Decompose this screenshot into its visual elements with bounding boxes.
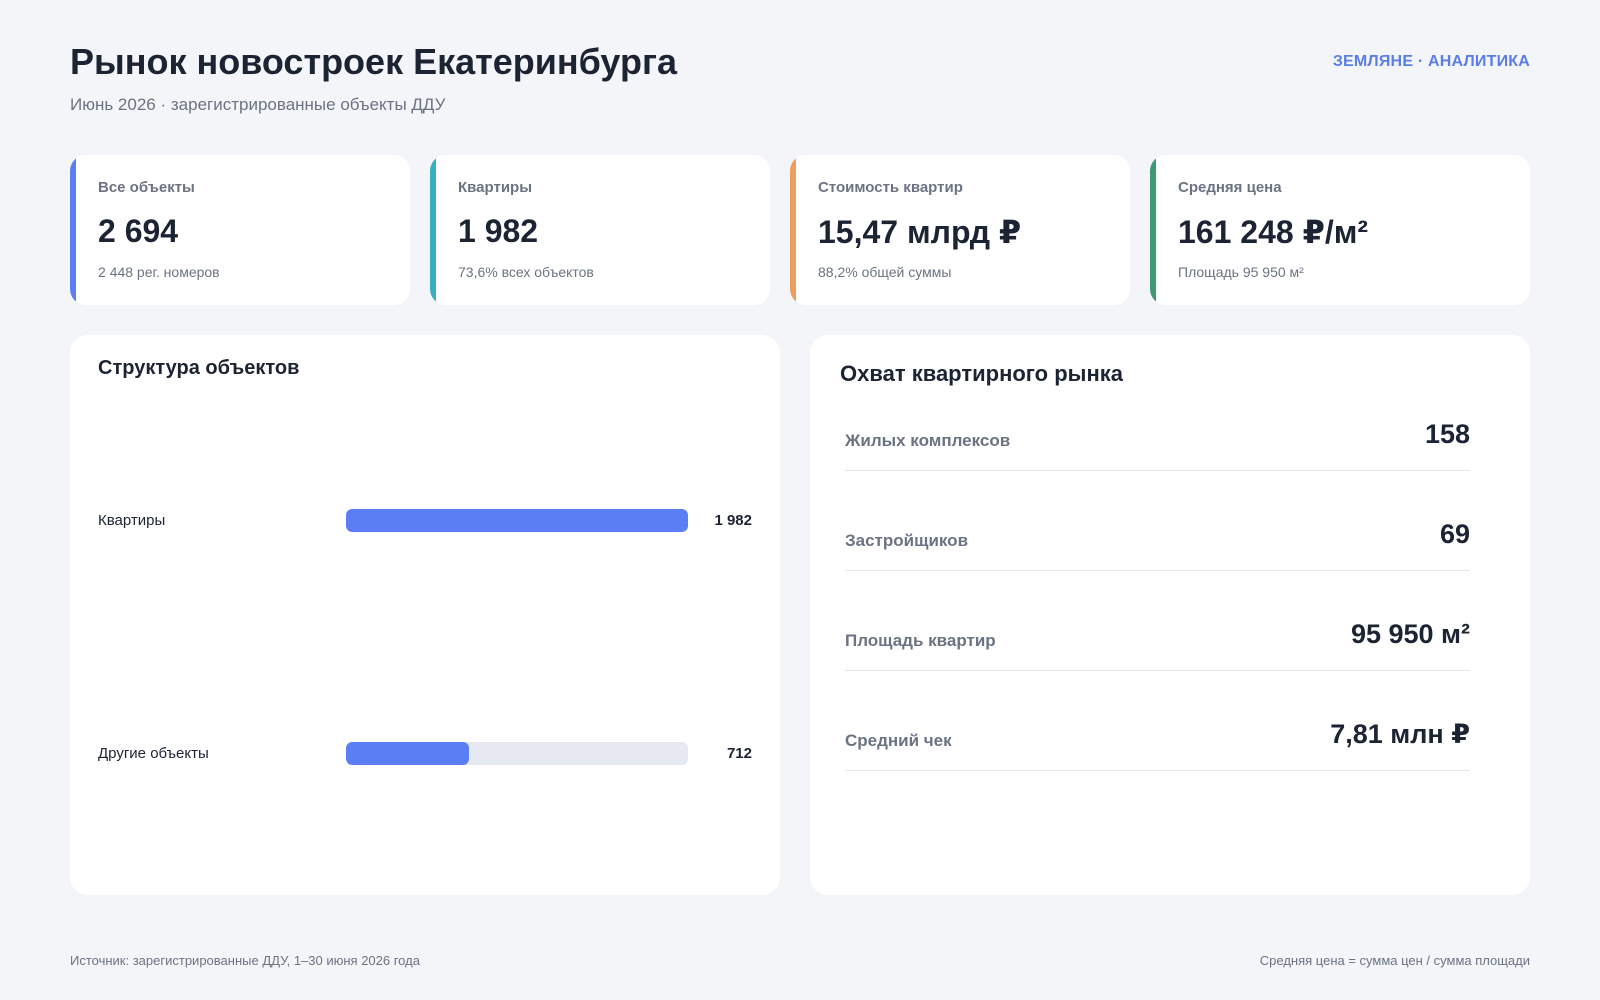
kpi-accent-bar	[70, 155, 76, 305]
kpi-card-apartments-cost: Стоимость квартир 15,47 млрд ₽ 88,2% общ…	[790, 155, 1130, 305]
page-subtitle: Июнь 2026 · зарегистрированные объекты Д…	[70, 95, 446, 114]
kpi-accent-bar	[430, 155, 436, 305]
kpi-label: Средняя цена	[1178, 179, 1282, 196]
structure-panel-title: Структура объектов	[98, 357, 300, 379]
stat-value: 7,81 млн ₽	[1330, 719, 1470, 749]
stat-label: Площадь квартир	[845, 631, 996, 650]
kpi-card-average-price: Средняя цена 161 248 ₽/м² Площадь 95 950…	[1150, 155, 1530, 305]
bar-track	[346, 742, 688, 765]
page-header: Рынок новостроек Екатеринбурга Июнь 2026…	[70, 40, 1530, 120]
bar-row-other-objects: Другие объекты 712	[98, 742, 752, 766]
kpi-value: 15,47 млрд ₽	[818, 214, 1022, 250]
footer-source: Источник: зарегистрированные ДДУ, 1–30 и…	[70, 953, 420, 968]
stat-value: 69	[1439, 519, 1470, 549]
stat-row-apartments-area: Площадь квартир 95 950 м²	[845, 611, 1470, 671]
coverage-panel: Охват квартирного рынка Жилых комплексов…	[810, 335, 1530, 895]
stat-label: Жилых комплексов	[845, 431, 1011, 450]
page-title: Рынок новостроек Екатеринбурга	[70, 41, 677, 82]
bar-track	[346, 509, 688, 532]
kpi-accent-bar	[1150, 155, 1156, 305]
stat-value: 158	[1424, 419, 1470, 449]
kpi-label: Квартиры	[458, 179, 533, 196]
brand-label: ЗЕМЛЯНЕ · АНАЛИТИКА	[1332, 53, 1530, 70]
kpi-note: 88,2% общей суммы	[818, 264, 952, 280]
kpi-value: 1 982	[458, 213, 539, 249]
kpi-accent-bar	[790, 155, 796, 305]
kpi-row: Все объекты 2 694 2 448 рег. номеров Ква…	[70, 155, 1530, 305]
stat-row-average-check: Средний чек 7,81 млн ₽	[845, 711, 1470, 771]
stat-label: Средний чек	[845, 731, 952, 750]
stat-row-complexes: Жилых комплексов 158	[845, 411, 1470, 471]
kpi-value: 161 248 ₽/м²	[1178, 214, 1369, 250]
stat-row-developers: Застройщиков 69	[845, 511, 1470, 571]
footer-formula: Средняя цена = сумма цен / сумма площади	[1259, 953, 1530, 968]
bar-category-label: Другие объекты	[98, 745, 209, 762]
kpi-note: 2 448 рег. номеров	[98, 264, 220, 280]
kpi-value: 2 694	[98, 213, 179, 249]
kpi-note: Площадь 95 950 м²	[1178, 264, 1304, 280]
bar-category-label: Квартиры	[98, 512, 166, 529]
stat-label: Застройщиков	[845, 531, 969, 550]
bar-row-apartments: Квартиры 1 982	[98, 509, 752, 533]
coverage-panel-title: Охват квартирного рынка	[840, 361, 1123, 386]
kpi-card-apartments: Квартиры 1 982 73,6% всех объектов	[430, 155, 770, 305]
bar-value-label: 1 982	[714, 512, 752, 529]
bar-other-objects	[346, 742, 469, 765]
kpi-label: Все объекты	[98, 179, 195, 196]
bar-apartments	[346, 509, 688, 532]
dashboard-page: Рынок новостроек Екатеринбурга Июнь 2026…	[0, 0, 1600, 1000]
kpi-note: 73,6% всех объектов	[458, 264, 594, 280]
stat-value: 95 950 м²	[1350, 619, 1470, 649]
kpi-label: Стоимость квартир	[818, 179, 963, 196]
structure-panel: Структура объектов Квартиры 1 982 Другие…	[70, 335, 780, 895]
bar-value-label: 712	[726, 745, 752, 762]
kpi-card-all-objects: Все объекты 2 694 2 448 рег. номеров	[70, 155, 410, 305]
